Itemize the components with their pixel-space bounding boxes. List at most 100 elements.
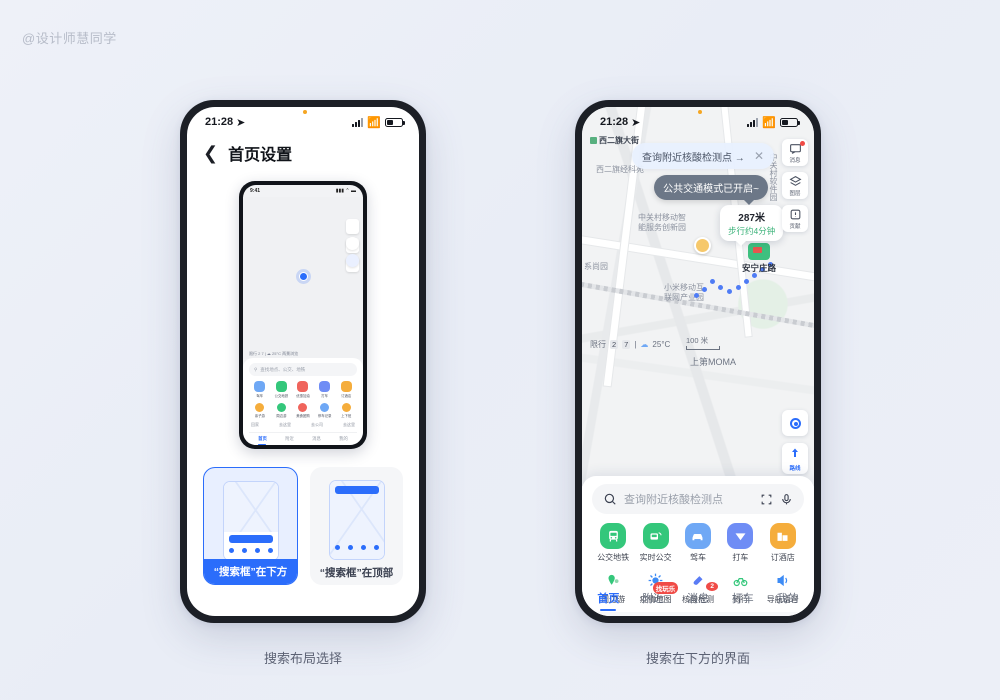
weather-temp: 25°C — [652, 340, 671, 349]
tab-label: 消息 — [686, 593, 709, 605]
test-tube-icon — [694, 575, 703, 585]
mini-status-icons: ▮▮▮ ⌃ ▬ — [335, 188, 356, 194]
mini-tab-mine[interactable]: 我的 — [339, 436, 348, 442]
thumb-icon-dots — [334, 545, 379, 550]
map-side-tools: 消息 图层 贡献 — [782, 139, 808, 232]
side-tool-messages[interactable]: 消息 — [782, 139, 808, 166]
mini-icon-grid-row2: 亲子游 周边游 美食团购 停车记录 上下班 — [249, 403, 357, 418]
layers-icon — [789, 176, 801, 186]
mini-grid-item[interactable]: 周边游 — [271, 403, 293, 418]
hotel-icon — [777, 532, 788, 541]
chevron-left-icon[interactable]: ❮ — [203, 144, 218, 162]
bus-stop-label: 安宁庄路 — [742, 263, 777, 273]
map-scale: 100 米 — [686, 335, 720, 350]
battery-icon — [385, 117, 405, 127]
shortcut-realtime-bus[interactable]: 实时公交 — [634, 523, 676, 563]
shortcut-label: 驾车 — [689, 553, 706, 562]
status-bar-left: 21:28 ➤ 📶 — [187, 107, 419, 133]
search-icon — [604, 493, 616, 505]
mini-tab-nearby[interactable]: 附近 — [285, 436, 294, 442]
bus-icon — [608, 530, 618, 541]
mini-grid-item[interactable]: 美食团购 — [292, 403, 314, 418]
tab-messages[interactable]: 消息 2 — [686, 582, 718, 606]
route-button[interactable]: 路线 — [782, 443, 808, 474]
scale-text: 100 米 — [686, 336, 709, 345]
tab-taxi[interactable]: 打车 — [732, 590, 754, 606]
mini-grid-item[interactable]: 公交地铁 — [271, 381, 293, 398]
map-label-moma: 上第MOMA — [690, 357, 736, 367]
page-title: 首页设置 — [228, 147, 293, 164]
mini-side-tools-lower — [346, 237, 359, 267]
side-tool-label: 消息 — [789, 158, 801, 164]
route-arrow-icon — [792, 448, 798, 457]
nucleic-test-banner[interactable]: 查询附近核酸检测点 → ✕ — [632, 143, 774, 169]
map-label-xierqi-street: 西二旗大街 — [590, 135, 639, 146]
side-tool-contribute[interactable]: 贡献 — [782, 205, 808, 232]
shortcut-label: 公交地铁 — [597, 553, 630, 562]
mini-grid-label: 美食团购 — [296, 414, 310, 418]
mini-grid-item[interactable]: 上下班 — [335, 403, 357, 418]
mini-tab-messages[interactable]: 消息 — [312, 436, 321, 442]
layout-option-search-top[interactable]: “搜索框”在顶部 — [310, 467, 403, 585]
travel-icon — [608, 574, 619, 585]
limit-number-2: 7 — [622, 340, 631, 349]
tab-bar: 首页 附近 找玩乐 消息 2 打车 我的 — [582, 582, 814, 611]
side-tool-label: 图层 — [789, 191, 801, 197]
shortcut-drive[interactable]: 驾车 — [677, 523, 719, 563]
transit-mode-tooltip: 公共交通模式已开启~ — [654, 175, 768, 205]
mini-grid-item[interactable]: 优惠加油 — [292, 381, 314, 398]
close-icon[interactable]: ✕ — [754, 149, 764, 163]
mini-home-hint: 去这里 — [279, 422, 291, 427]
banner-text: 查询附近核酸检测点 → — [642, 152, 745, 164]
limit-label: 限行 — [590, 340, 606, 349]
bottom-sheet: 查询附近核酸检测点 公交地铁 实时公交 驾车 打车 订酒店 周边游 疫情地图 核… — [582, 476, 814, 616]
car-icon — [692, 533, 703, 540]
tab-badge: 找玩乐 — [652, 582, 679, 594]
locate-icon — [789, 417, 801, 429]
mini-tab-bar: 首页 附近 消息 我的 — [249, 432, 357, 445]
unread-dot-icon — [800, 141, 805, 146]
layout-option-search-bottom[interactable]: “搜索框”在下方 — [203, 467, 298, 585]
mini-grid-item[interactable]: 停车记录 — [314, 403, 336, 418]
realtime-bus-icon — [650, 531, 662, 540]
mini-grid-item[interactable]: 驾车 — [249, 381, 271, 398]
caption-left: 搜索布局选择 — [263, 651, 342, 666]
tab-mine[interactable]: 我的 — [777, 590, 799, 606]
side-tool-layers[interactable]: 图层 — [782, 172, 808, 199]
tab-nearby[interactable]: 附近 找玩乐 — [642, 582, 679, 606]
search-bar[interactable]: 查询附近核酸检测点 — [592, 484, 804, 514]
distance-callout: 287米 步行约4分钟 — [720, 205, 784, 246]
mini-search-bar[interactable]: ⚲ 查找地点、公交、地铁 — [249, 363, 357, 376]
mini-work-hint: 去这里 — [343, 422, 355, 427]
mini-search-placeholder: 查找地点、公交、地铁 — [260, 366, 306, 372]
locate-button[interactable] — [782, 410, 808, 436]
scan-icon — [761, 494, 772, 504]
mini-grid-item[interactable]: 打车 — [314, 381, 336, 398]
thumb-search-bar — [228, 535, 273, 543]
map-side-tools-lower: 路线 — [782, 410, 808, 474]
mini-location-dot-icon — [298, 271, 308, 281]
wifi-icon: 📶 — [367, 116, 381, 129]
route-button-label: 路线 — [789, 466, 801, 472]
map-label-xishangyuan: 系尚园 — [584, 262, 608, 271]
bus-stop-icon — [748, 243, 770, 260]
shortcut-label: 实时公交 — [639, 553, 672, 562]
status-time: 21:28 — [600, 116, 629, 128]
mini-grid-item[interactable]: 订酒店 — [335, 381, 357, 398]
mini-tab-home[interactable]: 首页 — [258, 436, 267, 445]
shortcut-taxi[interactable]: 打车 — [719, 523, 761, 563]
mini-grid-item[interactable]: 亲子游 — [249, 403, 271, 418]
thumb-search-top — [328, 480, 385, 560]
mini-home-label[interactable]: 回家 — [251, 422, 259, 428]
bus-stop-marker[interactable]: 安宁庄路 — [742, 243, 776, 274]
shortcut-label: 打车 — [732, 553, 749, 562]
shortcut-label: 订酒店 — [770, 553, 795, 562]
shortcut-bus-subway[interactable]: 公交地铁 — [592, 523, 634, 563]
search-placeholder: 查询附近核酸检测点 — [624, 494, 723, 506]
battery-icon — [780, 117, 800, 127]
mini-work-label[interactable]: 去公司 — [311, 422, 323, 428]
mini-grid-label: 驾车 — [256, 394, 264, 398]
mini-icon-grid-row1: 驾车 公交地铁 优惠加油 打车 订酒店 — [249, 381, 357, 398]
tab-home[interactable]: 首页 — [597, 590, 619, 611]
shortcut-hotel[interactable]: 订酒店 — [762, 523, 804, 563]
